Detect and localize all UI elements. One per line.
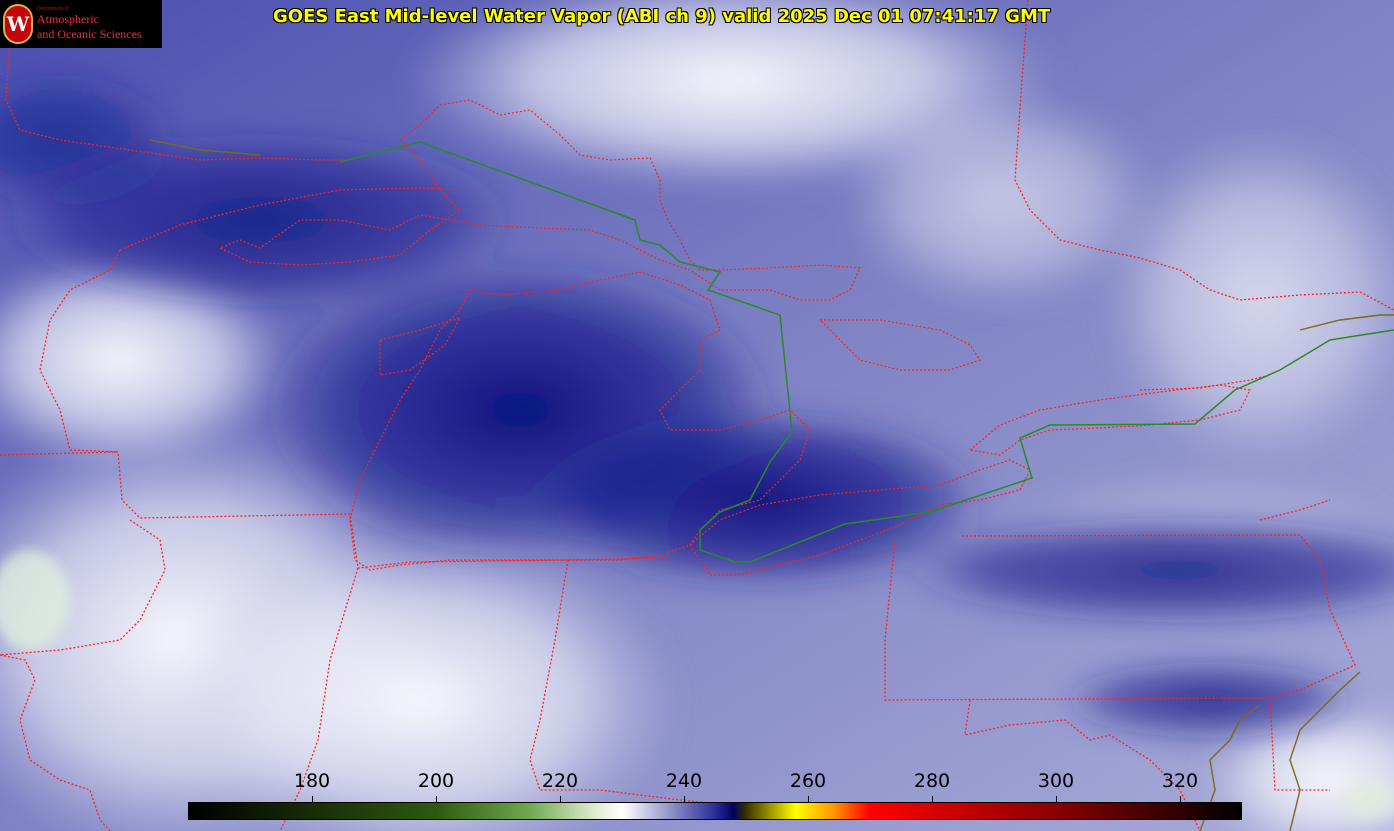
temperature-colorbar (188, 802, 1242, 820)
colorbar-tick-label: 260 (789, 770, 827, 792)
colorbar-tick-label: 320 (1161, 770, 1199, 792)
colorbar-tick-label: 240 (665, 770, 703, 792)
colorbar-tick-label: 280 (913, 770, 951, 792)
logo-text: Department of Atmospheric and Oceanic Sc… (37, 6, 142, 42)
water-vapor-map (0, 0, 1394, 831)
page-title: GOES East Mid-level Water Vapor (ABI ch … (273, 6, 1051, 27)
aos-logo: W Department of Atmospheric and Oceanic … (0, 0, 162, 48)
logo-line2: and Oceanic Sciences (37, 27, 142, 41)
logo-line1: Atmospheric (37, 12, 99, 26)
colorbar-tick-label: 180 (293, 770, 331, 792)
colorbar-tick-label: 200 (417, 770, 455, 792)
colorbar-tick-label: 300 (1037, 770, 1075, 792)
uw-seal-icon: W (3, 4, 33, 44)
colorbar-tick-label: 220 (541, 770, 579, 792)
